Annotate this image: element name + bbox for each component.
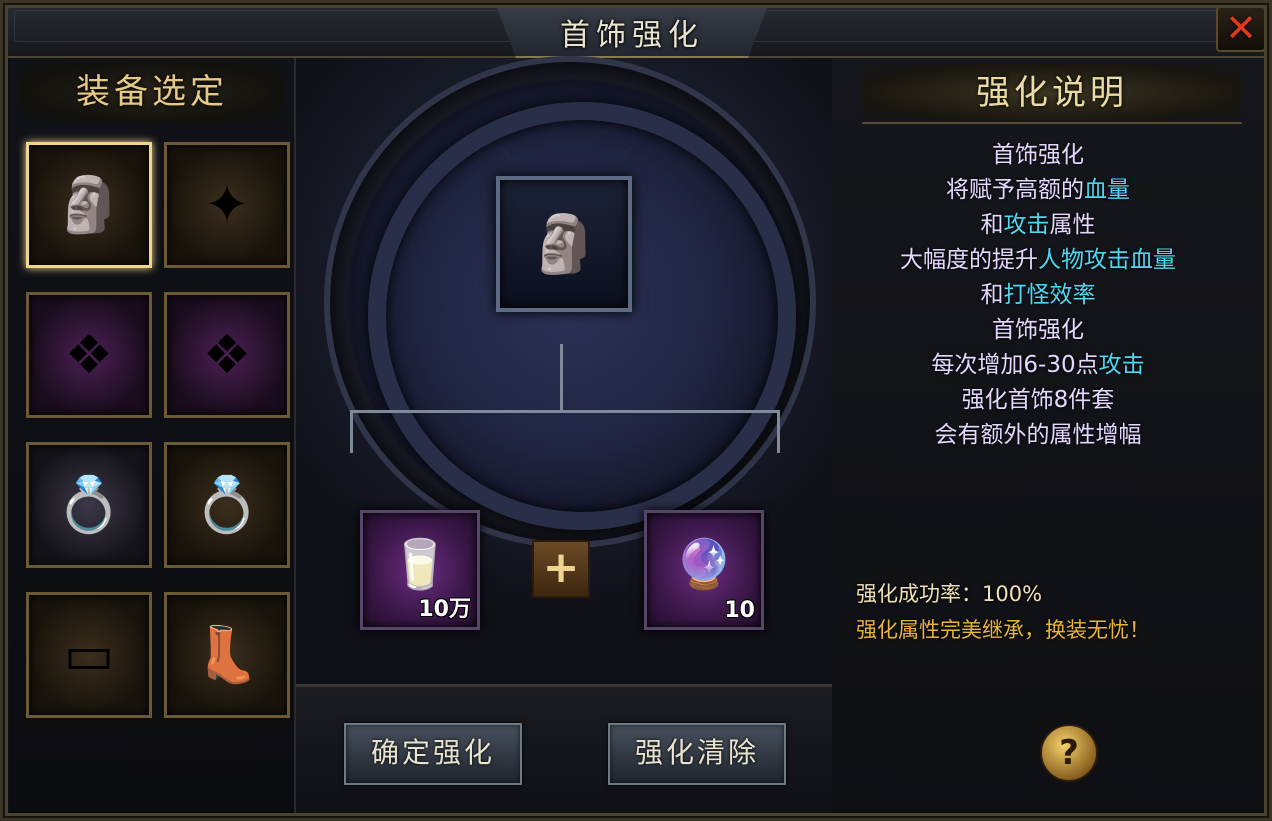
desc-line: 首饰强化 <box>992 317 1084 343</box>
desc-line: 和攻击属性 <box>980 212 1096 238</box>
equipment-slot[interactable]: ✦ <box>164 142 290 268</box>
success-rate: 强化成功率：100% <box>856 582 1043 606</box>
silver-ingot-icon: 🥛 <box>390 536 450 593</box>
connector-bracket <box>350 410 780 453</box>
gold-belt-icon: ▭ <box>63 623 115 686</box>
equipment-slot[interactable]: 💍 <box>164 442 290 568</box>
title-plate: 首饰强化 <box>494 0 770 58</box>
silver-ring-icon: 💍 <box>55 473 123 536</box>
enhance-center-area: 🗿 🥛 10万 + 🔮 10 <box>296 56 832 680</box>
question-icon: ? <box>1059 733 1079 773</box>
golden-mask-icon: 🗿 <box>529 212 599 277</box>
equipment-slot[interactable]: ▭ <box>26 592 152 718</box>
plus-icon: + <box>532 540 590 598</box>
title-bar[interactable]: 首饰强化 <box>0 0 1272 58</box>
desc-line: 强化首饰8件套 <box>961 387 1115 413</box>
material-slot[interactable]: 🥛 10万 <box>360 510 480 630</box>
golden-amulet-icon: ✦ <box>204 173 250 236</box>
material-slot[interactable]: 🔮 10 <box>644 510 764 630</box>
window-title: 首饰强化 <box>560 18 704 53</box>
equipment-select-header: 装备选定 <box>20 62 284 122</box>
target-equipment-slot[interactable]: 🗿 <box>496 176 632 312</box>
equipment-select-panel: 装备选定 🗿 ✦ ❖ ❖ 💍 💍 ▭ 👢 <box>10 58 296 818</box>
desc-line: 会有额外的属性增幅 <box>934 422 1142 448</box>
equipment-select-title: 装备选定 <box>76 72 228 112</box>
clear-enhance-button[interactable]: 强化清除 <box>608 723 786 785</box>
enhance-window: 首饰强化 ✕ 装备选定 🗿 ✦ ❖ ❖ 💍 💍 ▭ 👢 🗿 🥛 10万 + 🔮 … <box>0 0 1272 821</box>
purple-bracelet-icon: ❖ <box>64 323 114 386</box>
material-count: 10 <box>724 598 755 623</box>
confirm-enhance-button[interactable]: 确定强化 <box>344 723 522 785</box>
equipment-slot[interactable]: 💍 <box>26 442 152 568</box>
equipment-slot[interactable]: 👢 <box>164 592 290 718</box>
enhance-stone-icon: 🔮 <box>674 536 734 593</box>
enhance-info-header: 强化说明 <box>862 64 1242 124</box>
purple-bracelet-icon: ❖ <box>202 323 252 386</box>
desc-line: 将赋予高额的血量 <box>946 177 1130 203</box>
enhance-description: 首饰强化 将赋予高额的血量 和攻击属性 大幅度的提升人物攻击血量 和打怪效率 首… <box>832 138 1244 453</box>
equipment-slot[interactable]: 🗿 <box>26 142 152 268</box>
desc-line: 和打怪效率 <box>980 282 1096 308</box>
enhance-info-panel: 强化说明 首饰强化 将赋予高额的血量 和攻击属性 大幅度的提升人物攻击血量 和打… <box>832 58 1264 818</box>
inheritance-note: 强化属性完美继承，换装无忧！ <box>856 618 1150 642</box>
desc-line: 首饰强化 <box>992 142 1084 168</box>
gold-ring-icon: 💍 <box>193 473 261 536</box>
golden-mask-icon: 🗿 <box>55 173 123 236</box>
magic-circle-ring <box>368 102 796 530</box>
desc-line: 每次增加6-30点攻击 <box>931 352 1145 378</box>
gold-boots-icon: 👢 <box>193 623 261 686</box>
connector-line <box>560 344 563 412</box>
desc-line: 大幅度的提升人物攻击血量 <box>900 247 1176 273</box>
material-count: 10万 <box>418 597 471 622</box>
enhance-info-title: 强化说明 <box>976 73 1128 113</box>
help-button[interactable]: ? <box>1040 724 1098 782</box>
close-icon: ✕ <box>1225 6 1257 50</box>
equipment-slot[interactable]: ❖ <box>26 292 152 418</box>
equipment-slot[interactable]: ❖ <box>164 292 290 418</box>
close-button[interactable]: ✕ <box>1216 6 1266 52</box>
action-bar: 确定强化 强化清除 <box>296 684 832 821</box>
